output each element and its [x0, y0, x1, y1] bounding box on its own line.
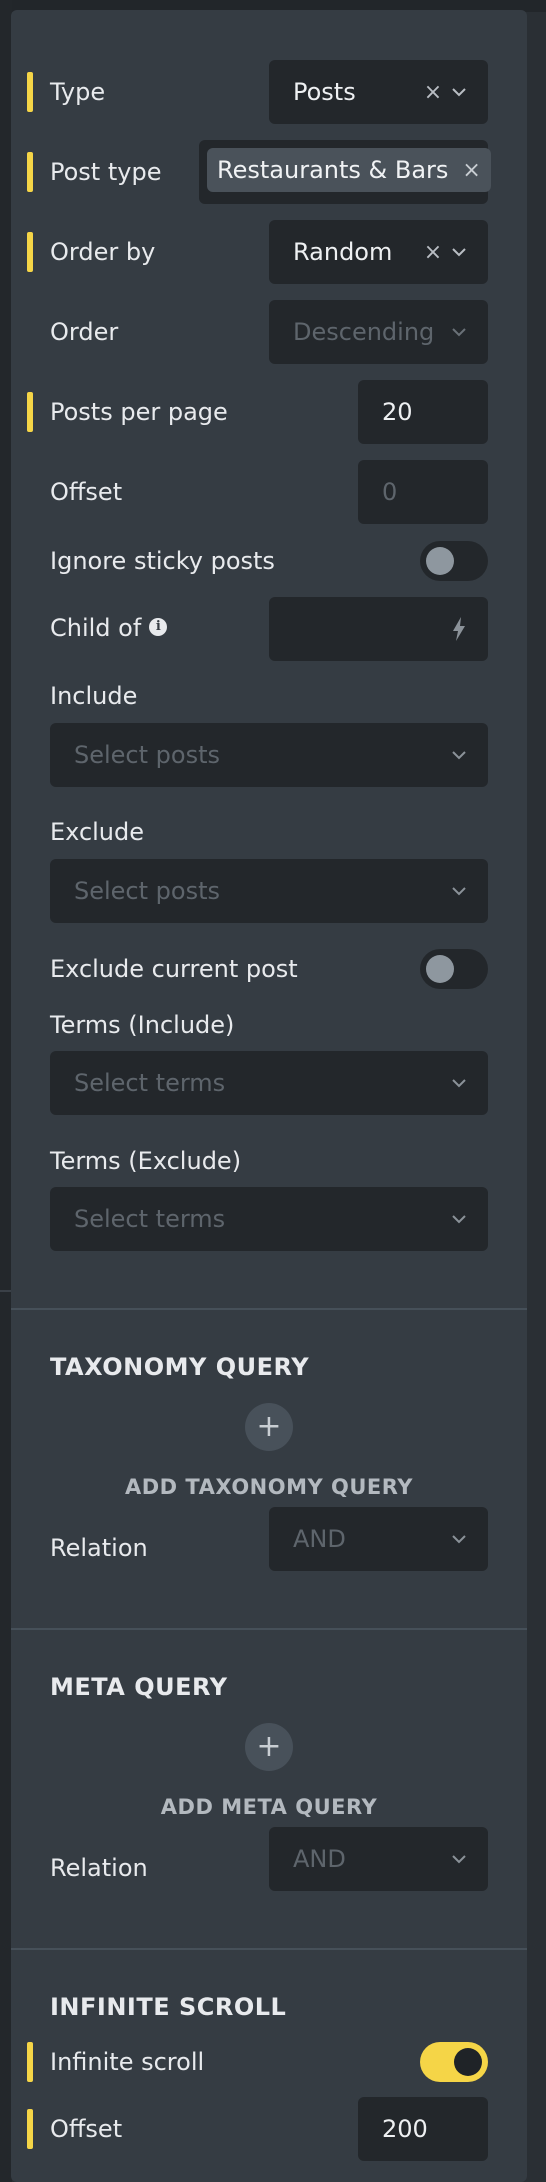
- toggle-knob: [426, 955, 454, 983]
- order-by-label: Order by: [50, 238, 156, 266]
- section-divider: [11, 1948, 527, 1950]
- chevron-down-icon: [448, 880, 470, 902]
- add-taxonomy-query-button[interactable]: +: [245, 1403, 293, 1451]
- meta-query-title: META QUERY: [50, 1673, 228, 1701]
- chevron-down-icon: [448, 81, 470, 103]
- toggle-knob: [454, 2048, 482, 2076]
- chevron-down-icon: [448, 1208, 470, 1230]
- taxonomy-relation-label: Relation: [50, 1534, 148, 1562]
- infinite-scroll-toggle[interactable]: [420, 2042, 488, 2082]
- terms-exclude-placeholder: Select terms: [74, 1205, 226, 1233]
- chevron-down-icon: [448, 321, 470, 343]
- infinite-offset-value: 200: [382, 2115, 428, 2143]
- plus-icon: +: [256, 1729, 282, 1764]
- modified-indicator: [27, 2109, 33, 2149]
- add-meta-query-label[interactable]: ADD META QUERY: [11, 1795, 527, 1819]
- chevron-down-icon: [448, 241, 470, 263]
- modified-indicator: [27, 72, 33, 112]
- dynamic-data-icon[interactable]: [448, 617, 470, 641]
- post-type-tag: Restaurants & Bars ×: [207, 148, 491, 192]
- toggle-knob: [426, 547, 454, 575]
- order-by-value: Random: [293, 238, 393, 266]
- order-by-select[interactable]: Random ×: [269, 220, 488, 284]
- posts-per-page-label: Posts per page: [50, 398, 228, 426]
- remove-tag-icon[interactable]: ×: [462, 158, 480, 183]
- chevron-down-icon: [448, 1072, 470, 1094]
- clear-icon[interactable]: ×: [418, 240, 448, 265]
- child-of-text: Child of: [50, 614, 142, 642]
- section-divider: [11, 1628, 527, 1630]
- infinite-scroll-title: INFINITE SCROLL: [50, 1993, 287, 2021]
- type-label: Type: [50, 78, 106, 106]
- posts-per-page-input[interactable]: 20: [358, 380, 488, 444]
- terms-include-select[interactable]: Select terms: [50, 1051, 488, 1115]
- infinite-offset-input[interactable]: 200: [358, 2097, 488, 2161]
- offset-input[interactable]: 0: [358, 460, 488, 524]
- add-taxonomy-query-label[interactable]: ADD TAXONOMY QUERY: [11, 1475, 527, 1499]
- modified-indicator: [27, 2042, 33, 2082]
- terms-include-placeholder: Select terms: [74, 1069, 226, 1097]
- taxonomy-relation-placeholder: AND: [293, 1525, 346, 1553]
- post-type-tag-label: Restaurants & Bars: [217, 156, 449, 184]
- include-placeholder: Select posts: [74, 741, 221, 769]
- type-select[interactable]: Posts ×: [269, 60, 488, 124]
- order-select[interactable]: Descending: [269, 300, 488, 364]
- include-select[interactable]: Select posts: [50, 723, 488, 787]
- modified-indicator: [27, 152, 33, 192]
- chevron-down-icon: [448, 1848, 470, 1870]
- posts-per-page-value: 20: [382, 398, 413, 426]
- chevron-down-icon: [448, 744, 470, 766]
- meta-relation-select[interactable]: AND: [269, 1827, 488, 1891]
- section-divider: [11, 1308, 527, 1310]
- order-placeholder: Descending: [293, 318, 435, 346]
- ignore-sticky-label: Ignore sticky posts: [50, 547, 275, 575]
- modified-indicator: [27, 392, 33, 432]
- plus-icon: +: [256, 1409, 282, 1444]
- exclude-label: Exclude: [50, 818, 145, 846]
- child-of-label: Child of i: [50, 613, 168, 643]
- infinite-scroll-label: Infinite scroll: [50, 2048, 205, 2076]
- infinite-offset-label: Offset: [50, 2115, 123, 2143]
- offset-placeholder: 0: [382, 478, 398, 506]
- terms-exclude-select[interactable]: Select terms: [50, 1187, 488, 1251]
- exclude-select[interactable]: Select posts: [50, 859, 488, 923]
- clear-icon[interactable]: ×: [418, 80, 448, 105]
- post-type-label: Post type: [50, 158, 162, 186]
- info-icon[interactable]: i: [149, 618, 168, 636]
- terms-include-label: Terms (Include): [50, 1011, 235, 1039]
- chevron-down-icon: [448, 1528, 470, 1550]
- exclude-current-label: Exclude current post: [50, 955, 298, 983]
- meta-relation-placeholder: AND: [293, 1845, 346, 1873]
- taxonomy-relation-select[interactable]: AND: [269, 1507, 488, 1571]
- query-settings-popup: Type Posts × Post type Restaurants & Bar…: [11, 10, 527, 2182]
- type-value: Posts: [293, 78, 356, 106]
- include-label: Include: [50, 682, 138, 710]
- post-type-select[interactable]: Restaurants & Bars ×: [199, 140, 491, 204]
- order-label: Order: [50, 318, 119, 346]
- offset-label: Offset: [50, 478, 123, 506]
- exclude-current-toggle[interactable]: [420, 949, 488, 989]
- modified-indicator: [27, 232, 33, 272]
- meta-relation-label: Relation: [50, 1854, 148, 1882]
- child-of-input[interactable]: [269, 597, 488, 661]
- taxonomy-query-title: TAXONOMY QUERY: [50, 1353, 310, 1381]
- ignore-sticky-toggle[interactable]: [420, 541, 488, 581]
- exclude-placeholder: Select posts: [74, 877, 221, 905]
- terms-exclude-label: Terms (Exclude): [50, 1147, 242, 1175]
- add-meta-query-button[interactable]: +: [245, 1723, 293, 1771]
- popup-caret: [508, 11, 526, 29]
